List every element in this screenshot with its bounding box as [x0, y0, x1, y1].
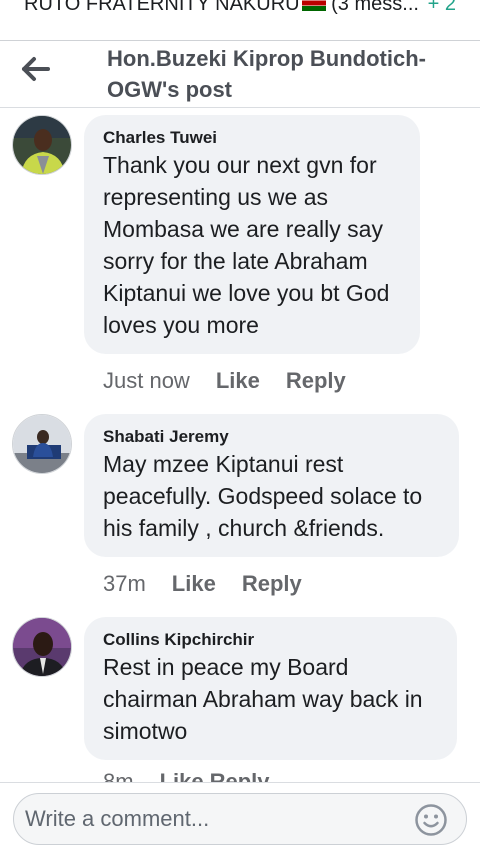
comment-text: Rest in peace my Board chairman Abraham …	[103, 654, 423, 744]
comment-composer	[0, 782, 480, 854]
comment-author[interactable]: Shabati Jeremy	[103, 426, 439, 448]
arrow-left-icon	[22, 57, 50, 81]
notification-text: RUTO FRATERNITY NAKURU (3 mess...	[24, 0, 419, 16]
comment-author[interactable]: Collins Kipchirchir	[103, 629, 437, 651]
smiley-icon	[415, 804, 447, 836]
avatar[interactable]	[12, 617, 72, 677]
avatar[interactable]	[12, 115, 72, 175]
notification-banner[interactable]: RUTO FRATERNITY NAKURU (3 mess... + 2	[0, 0, 480, 24]
like-button[interactable]: Like	[172, 571, 216, 596]
comment-time: Just now	[103, 368, 190, 393]
comment-time: 37m	[103, 571, 146, 596]
reply-button[interactable]: Reply	[286, 368, 346, 393]
comment-bubble[interactable]: Charles Tuwei Thank you our next gvn for…	[84, 115, 420, 354]
comment-bubble[interactable]: Collins Kipchirchir Rest in peace my Boa…	[84, 617, 457, 760]
like-button[interactable]: Like	[216, 368, 260, 393]
comment-actions: Just now Like Reply	[103, 368, 372, 394]
kenya-flag-icon	[301, 0, 326, 11]
page-title: Hon.Buzeki Kiprop Bundotich-OGW's post	[107, 46, 426, 102]
avatar[interactable]	[12, 414, 72, 474]
reply-button[interactable]: Reply	[242, 571, 302, 596]
notification-count: + 2	[427, 0, 456, 15]
comment-bubble[interactable]: Shabati Jeremy May mzee Kiptanui rest pe…	[84, 414, 459, 557]
post-header: Hon.Buzeki Kiprop Bundotich-OGW's post	[0, 40, 480, 108]
back-button[interactable]	[20, 55, 52, 83]
emoji-button[interactable]	[414, 803, 448, 837]
comment-text: Thank you our next gvn for representing …	[103, 152, 390, 338]
comment-text: May mzee Kiptanui rest peacefully. Godsp…	[103, 451, 423, 541]
comment-actions: 37m Like Reply	[103, 571, 328, 597]
comment-input[interactable]	[13, 793, 467, 845]
comment-author[interactable]: Charles Tuwei	[103, 127, 400, 149]
